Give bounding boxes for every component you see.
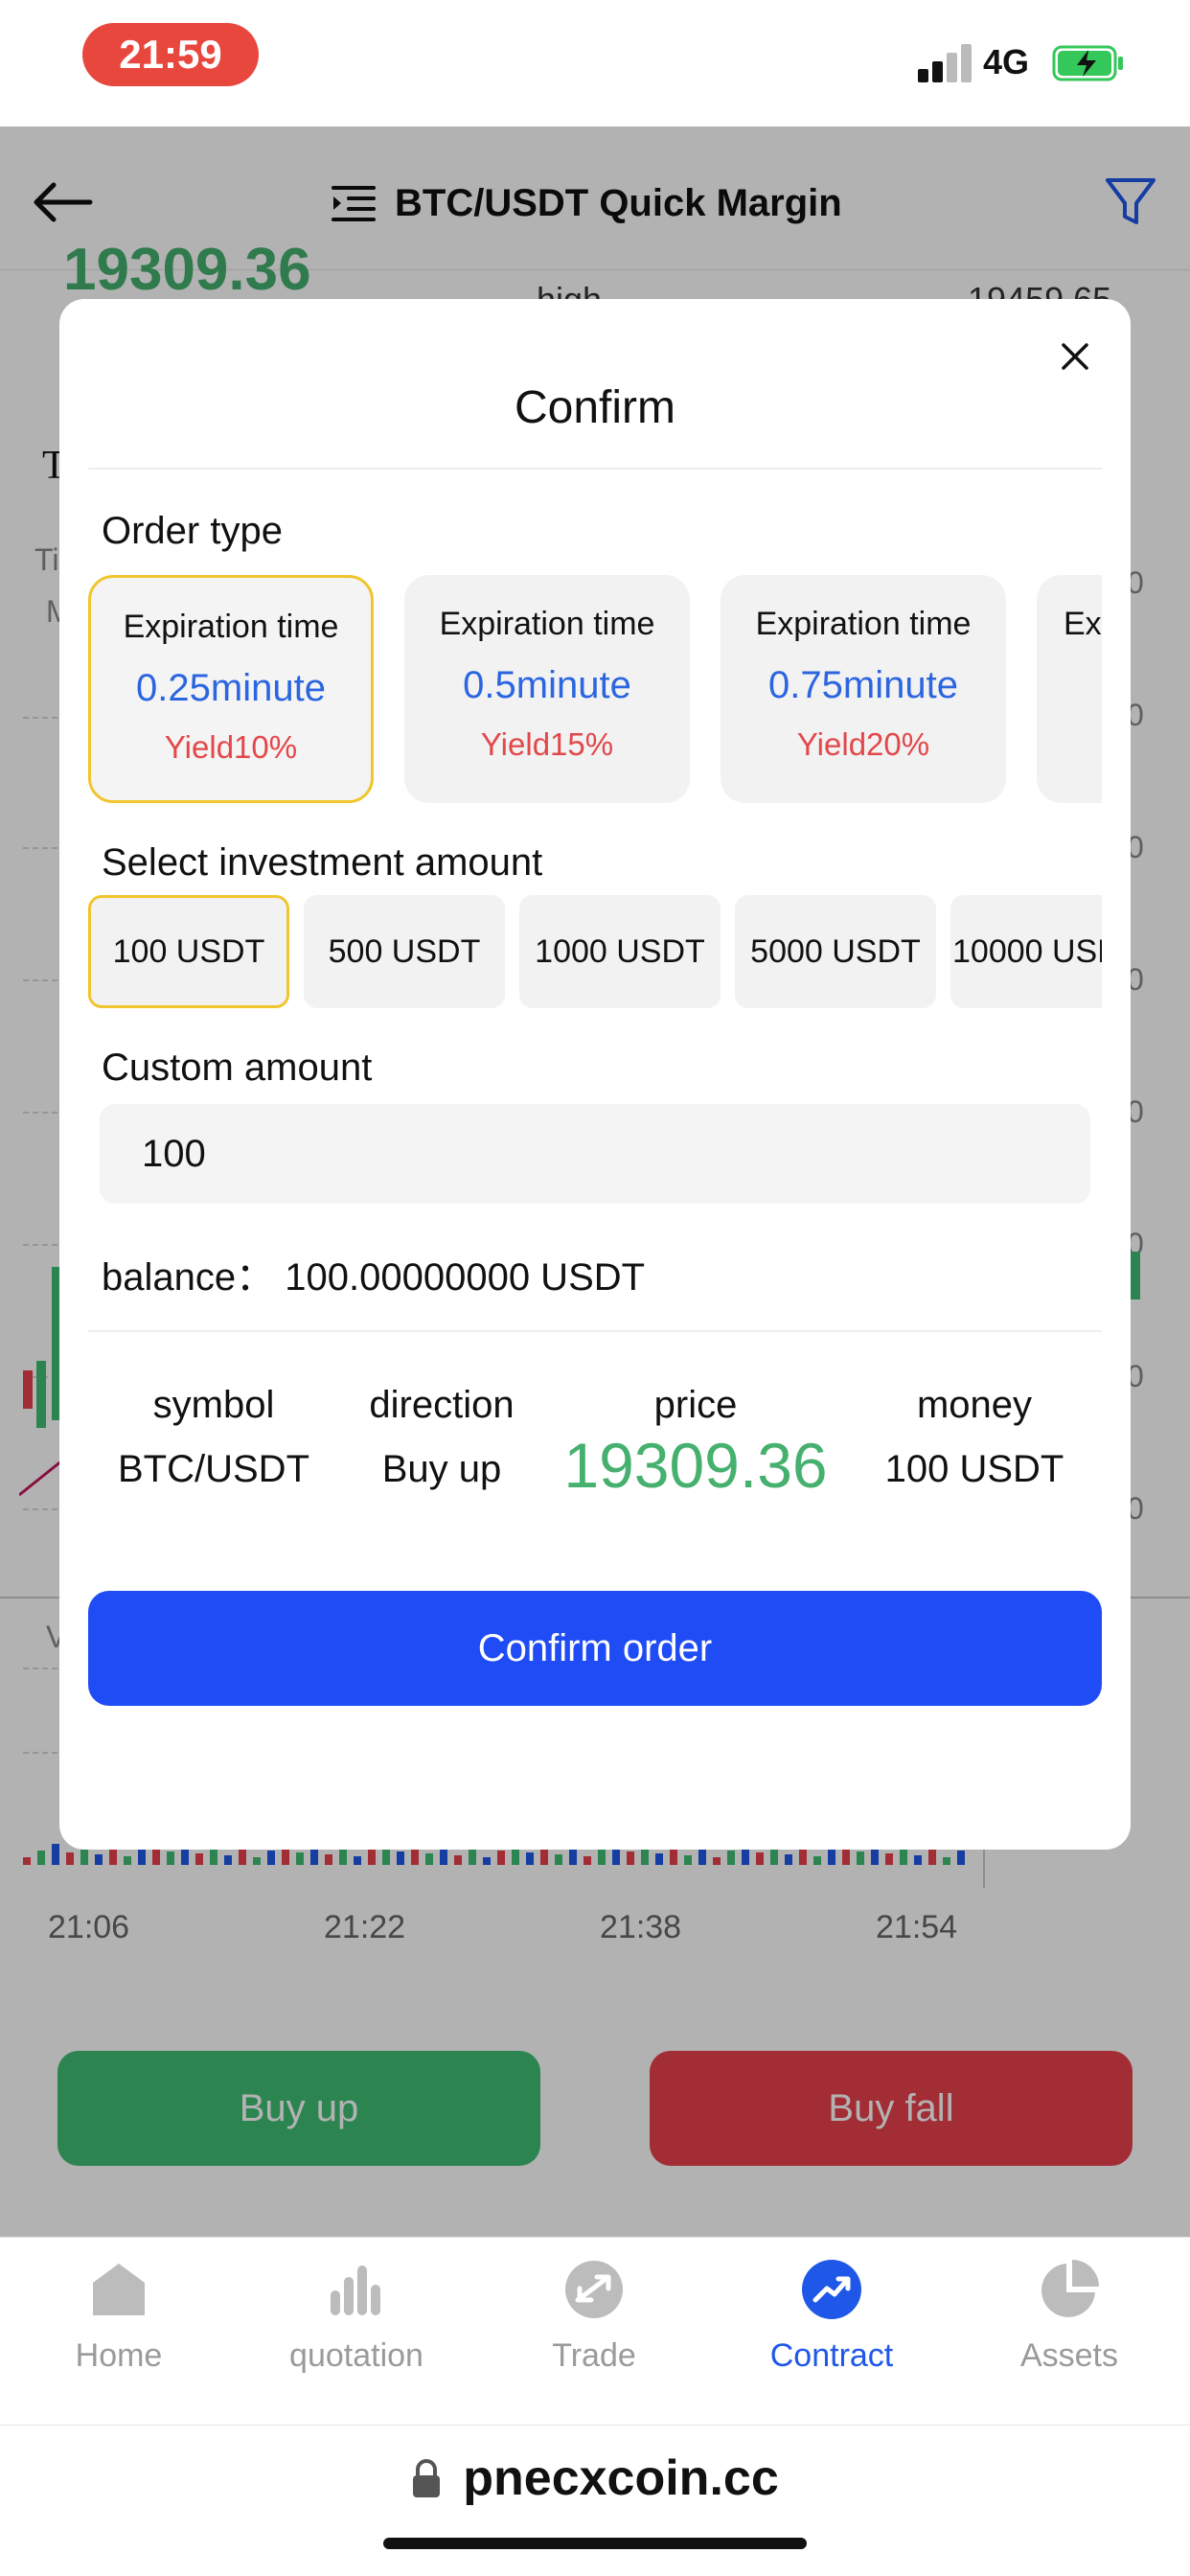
tab-home[interactable]: Home <box>23 2258 215 2375</box>
symbol-label: symbol <box>152 1384 275 1426</box>
investment-amount-label: Select investment amount <box>102 841 543 884</box>
lock-icon <box>413 2459 441 2497</box>
order-type-card[interactable]: Expiration time <box>1037 575 1102 803</box>
order-type-card[interactable]: Expiration time 0.25minute Yield10% <box>88 575 374 803</box>
pie-chart-icon <box>1041 2260 1099 2317</box>
symbol-value: BTC/USDT <box>118 1448 309 1490</box>
tab-label: Contract <box>769 2337 894 2374</box>
tab-assets[interactable]: Assets <box>973 2258 1165 2375</box>
expiration-time: 0.75minute <box>768 664 958 706</box>
custom-amount-label: Custom amount <box>102 1046 373 1089</box>
tab-contract[interactable]: Contract <box>736 2258 927 2375</box>
url-text: pnecxcoin.cc <box>463 2450 779 2506</box>
trend-up-icon <box>802 2260 861 2319</box>
order-type-card[interactable]: Expiration time 0.5minute Yield15% <box>404 575 690 803</box>
price-label: price <box>653 1384 738 1426</box>
modal-title: Confirm <box>514 382 676 433</box>
order-type-card[interactable]: Expiration time 0.75minute Yield20% <box>721 575 1006 803</box>
status-time: 21:59 <box>82 23 259 86</box>
summary-direction: direction Buy up <box>339 1384 544 1491</box>
tab-label: quotation <box>289 2337 423 2374</box>
balance-display: balance： 100.00000000 USDT <box>102 1246 645 1301</box>
expiration-label: Expiration time <box>439 606 655 642</box>
tab-trade[interactable]: Trade <box>498 2258 690 2375</box>
amount-option[interactable]: 5000 USDT <box>735 895 936 1008</box>
yield-rate: Yield15% <box>480 726 614 762</box>
summary-price: price 19309.36 <box>544 1384 847 1502</box>
divider <box>88 468 1102 470</box>
direction-value: Buy up <box>381 1448 502 1490</box>
amount-options: 100 USDT 500 USDT 1000 USDT 5000 USDT 10… <box>88 893 1102 1010</box>
yield-rate: Yield10% <box>164 729 298 765</box>
url-display[interactable]: pnecxcoin.cc <box>0 2450 1190 2507</box>
bar-chart-icon <box>331 2266 380 2315</box>
home-icon <box>93 2264 145 2315</box>
tab-label: Trade <box>552 2337 636 2374</box>
money-label: money <box>916 1384 1033 1426</box>
balance-value: 100.00000000 USDT <box>285 1256 646 1299</box>
summary-symbol: symbol BTC/USDT <box>88 1384 339 1491</box>
money-value: 100 USDT <box>884 1448 1064 1490</box>
expiration-label: Expiration time <box>1064 606 1102 642</box>
network-label: 4G <box>983 42 1030 81</box>
close-icon[interactable] <box>1054 335 1096 378</box>
direction-label: direction <box>369 1384 515 1426</box>
yield-rate: Yield20% <box>796 726 930 762</box>
amount-option[interactable]: 1000 USDT <box>519 895 721 1008</box>
tab-label: Assets <box>1019 2337 1119 2374</box>
battery-charging-icon <box>1052 45 1123 81</box>
order-type-list: Expiration time 0.25minute Yield10% Expi… <box>88 573 1102 807</box>
tab-label: Home <box>75 2337 163 2374</box>
expiration-time: 0.5minute <box>463 664 631 706</box>
signal-icon <box>918 42 972 82</box>
home-indicator[interactable] <box>383 2538 807 2549</box>
divider <box>88 1330 1102 1332</box>
summary-money: money 100 USDT <box>847 1384 1102 1491</box>
amount-option[interactable]: 500 USDT <box>304 895 505 1008</box>
screen: 21:59 4G BTC/USDT Quick Margin 19309.36 … <box>0 0 1190 2576</box>
expiration-time: 0.25minute <box>136 667 326 709</box>
balance-label: balance： <box>102 1256 275 1299</box>
price-value: 19309.36 <box>563 1430 828 1501</box>
expiration-label: Expiration time <box>755 606 972 642</box>
trade-icon <box>565 2261 623 2318</box>
confirm-order-button[interactable]: Confirm order <box>88 1591 1102 1706</box>
custom-amount-input[interactable] <box>100 1104 1090 1204</box>
tab-quotation[interactable]: quotation <box>261 2258 452 2375</box>
amount-option[interactable]: 100 USDT <box>88 895 289 1008</box>
expiration-label: Expiration time <box>123 609 339 645</box>
order-type-label: Order type <box>102 510 283 552</box>
amount-option[interactable]: 10000 USDT <box>950 895 1102 1008</box>
